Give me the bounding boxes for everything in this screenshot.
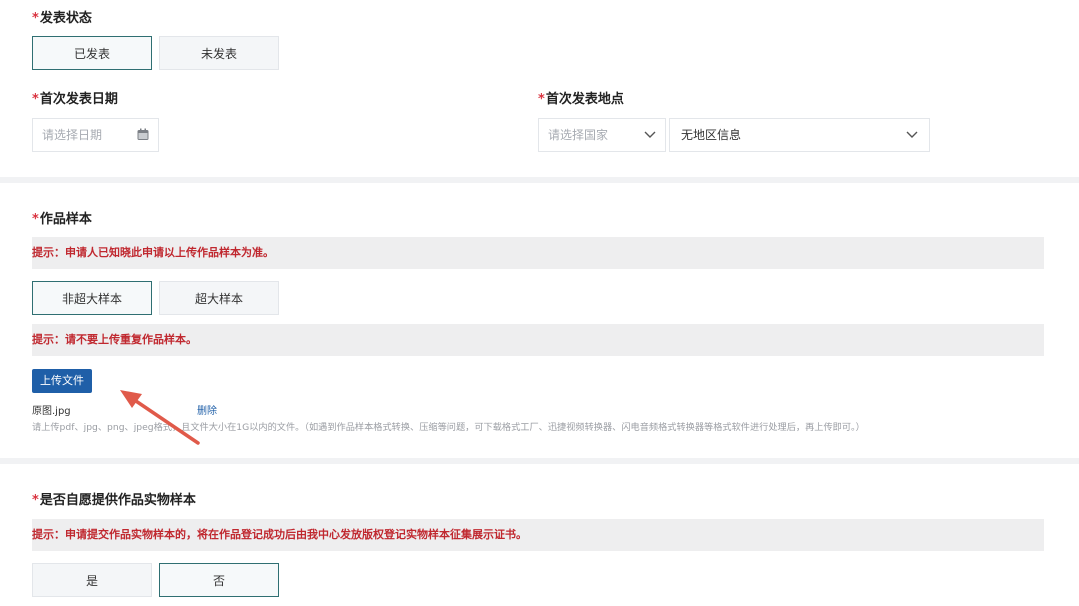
section-divider [0, 458, 1079, 464]
section-divider [0, 177, 1079, 183]
sample-tip-1: 提示：申请人已知晓此申请以上传作品样本为准。 [32, 237, 1044, 269]
upload-file-button[interactable]: 上传文件 [32, 369, 92, 393]
uploaded-file-name: 原图.jpg [32, 406, 71, 417]
oversize-sample-option[interactable]: 超大样本 [159, 281, 279, 315]
country-placeholder: 请选择国家 [548, 128, 609, 142]
required-mark: * [32, 212, 39, 227]
annotation-arrow-icon [120, 390, 200, 445]
region-value: 无地区信息 [681, 128, 742, 142]
status-unpublished-option[interactable]: 未发表 [159, 36, 279, 70]
sample-tip-2: 提示：请不要上传重复作品样本。 [32, 324, 1044, 356]
physical-no-option[interactable]: 否 [159, 563, 279, 597]
sample-label: *作品样本 [32, 212, 92, 227]
date-picker-input[interactable]: 请选择日期 [32, 118, 159, 152]
physical-sample-label: *是否自愿提供作品实物样本 [32, 493, 196, 508]
status-published-option[interactable]: 已发表 [32, 36, 152, 70]
date-placeholder: 请选择日期 [42, 128, 103, 142]
country-select[interactable]: 请选择国家 [538, 118, 666, 152]
calendar-icon [137, 119, 149, 163]
normal-sample-option[interactable]: 非超大样本 [32, 281, 152, 315]
physical-sample-tip: 提示：申请提交作品实物样本的，将在作品登记成功后由我中心发放版权登记实物样本征集… [32, 519, 1044, 551]
required-mark: * [538, 92, 545, 107]
first-place-label: *首次发表地点 [538, 92, 624, 107]
required-mark: * [32, 92, 39, 107]
first-date-label: *首次发表日期 [32, 92, 118, 107]
publish-status-label: *发表状态 [32, 11, 92, 26]
physical-yes-option[interactable]: 是 [32, 563, 152, 597]
chevron-down-icon [906, 119, 918, 163]
required-mark: * [32, 493, 39, 508]
region-select[interactable]: 无地区信息 [669, 118, 930, 152]
chevron-down-icon [644, 119, 656, 163]
required-mark: * [32, 11, 39, 26]
